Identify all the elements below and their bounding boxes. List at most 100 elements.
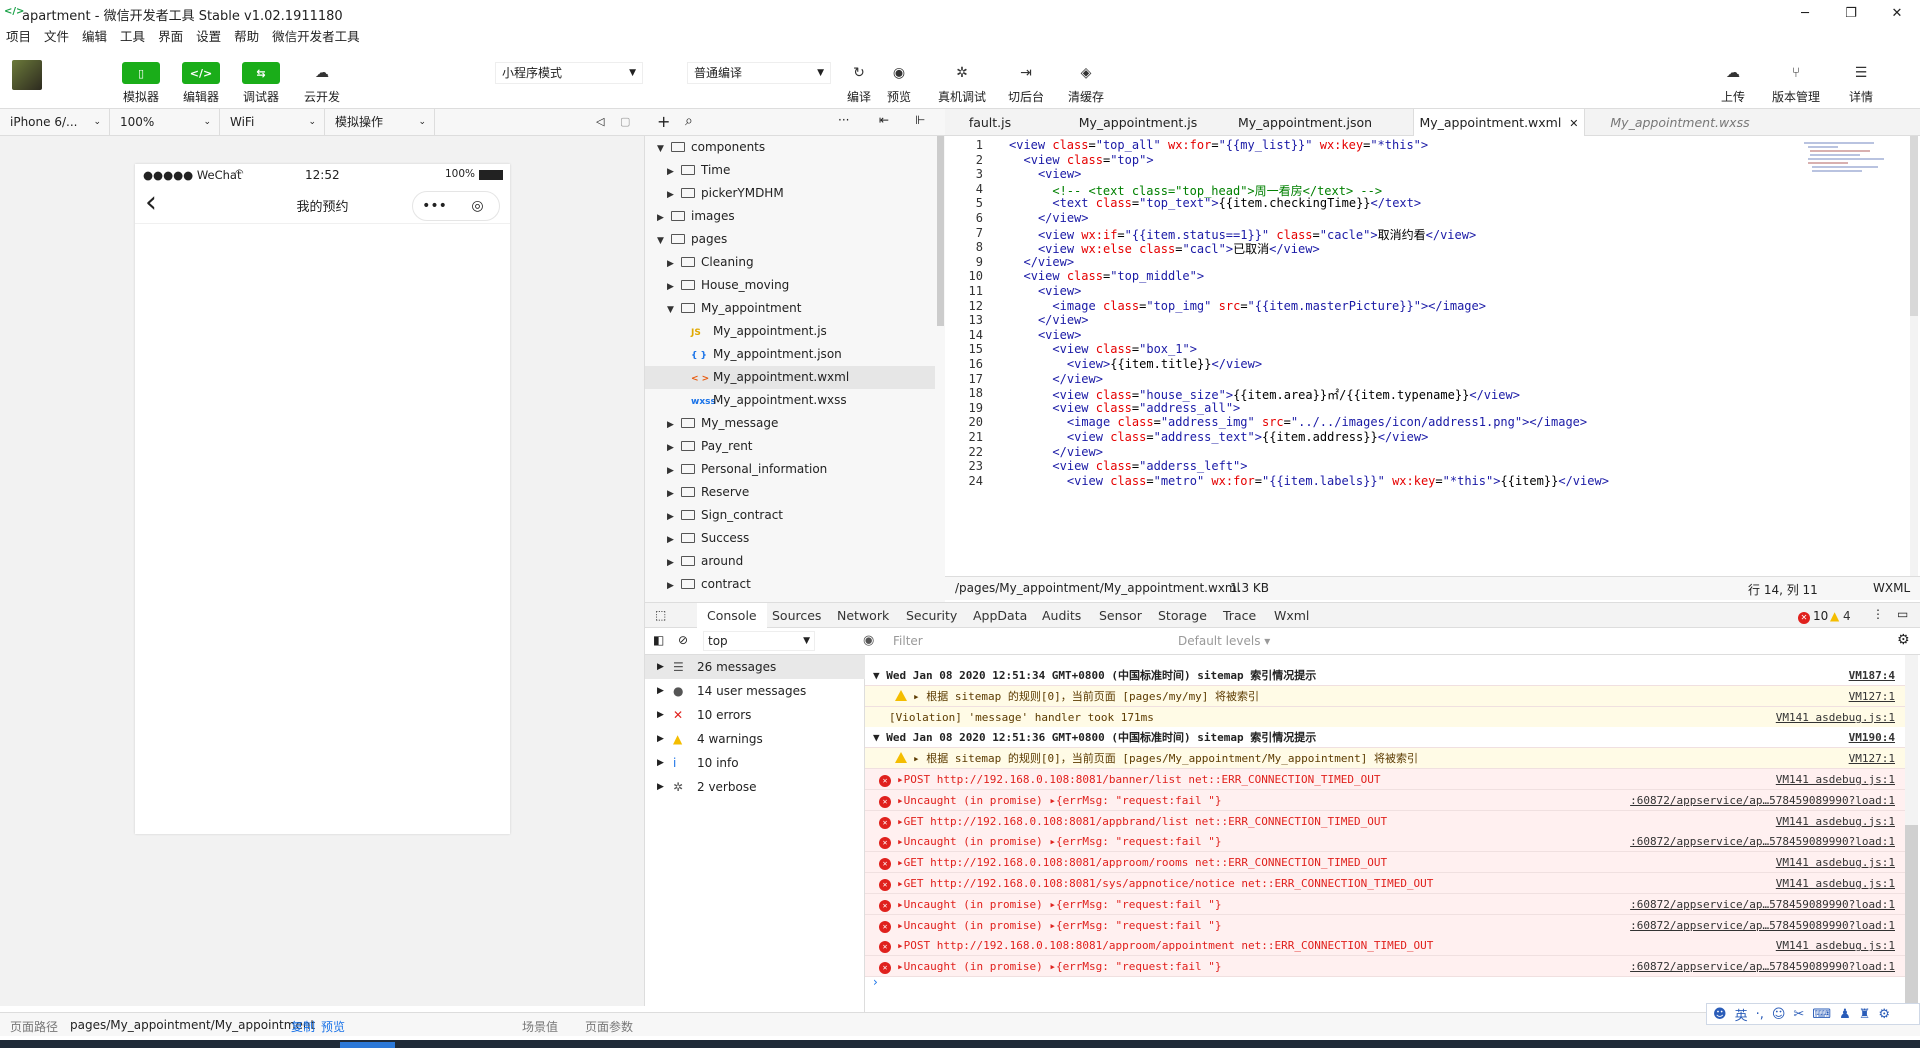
search-icon[interactable]: ⌕: [685, 113, 693, 129]
menu-view[interactable]: 界面: [158, 26, 183, 48]
device-select[interactable]: iPhone 6/... ⌄: [0, 109, 110, 136]
code-line[interactable]: <text class="top_text">{{item.checkingTi…: [1009, 196, 1421, 210]
folder-item[interactable]: ▶ Cleaning: [645, 251, 935, 274]
file-item[interactable]: { } My_appointment.json: [645, 343, 935, 366]
folder-item[interactable]: ▶ Success: [645, 527, 935, 550]
capsule-close-icon[interactable]: ◎: [456, 198, 499, 214]
console-group-row[interactable]: ▼ Wed Jan 08 2020 12:51:36 GMT+0800 (中国标…: [865, 727, 1905, 749]
collapsed-arrow-icon[interactable]: ▶: [667, 437, 681, 460]
file-tree-scrollbar[interactable]: [937, 136, 944, 326]
tab-sensor[interactable]: Sensor: [1089, 603, 1152, 629]
minimap[interactable]: [1804, 140, 1886, 220]
levels-select[interactable]: Default levels ▾: [1178, 634, 1270, 648]
add-icon[interactable]: +: [657, 112, 670, 131]
console-error-row[interactable]: ✕ ▸GET http://192.168.0.108:8081/approom/…: [865, 852, 1905, 874]
folder-item[interactable]: ▶ around: [645, 550, 935, 573]
code-line[interactable]: </view>: [1009, 211, 1089, 225]
source-link[interactable]: VM141 asdebug.js:1: [1776, 852, 1895, 873]
folder-item[interactable]: ▶ Reserve: [645, 481, 935, 504]
expand-arrow-icon[interactable]: ▶: [657, 775, 664, 799]
folder-item[interactable]: ▶ images: [645, 205, 935, 228]
file-item[interactable]: < > My_appointment.wxml: [645, 366, 935, 389]
code-line[interactable]: <view>: [1009, 328, 1081, 342]
menu-edit[interactable]: 编辑: [82, 26, 107, 48]
upload-button[interactable]: ☁: [1718, 62, 1748, 84]
menu-file[interactable]: 文件: [44, 26, 69, 48]
source-link[interactable]: VM127:1: [1849, 686, 1895, 707]
console-error-row[interactable]: ✕ ▸POST http://192.168.0.108:8081/banner/…: [865, 769, 1905, 790]
collapsed-arrow-icon[interactable]: ▶: [667, 575, 681, 598]
console-error-row[interactable]: ✕ ▸Uncaught (in promise) ▸{errMsg: "reque…: [865, 914, 1905, 936]
menu-settings[interactable]: 设置: [196, 26, 221, 48]
console-error-row[interactable]: ✕ ▸GET http://192.168.0.108:8081/appbrand…: [865, 810, 1905, 832]
console-error-row[interactable]: ✕ ▸Uncaught (in promise) ▸{errMsg: "reque…: [865, 789, 1905, 811]
source-link[interactable]: :60872/appservice/ap…578459089990?load:1: [1630, 915, 1895, 936]
folder-item[interactable]: ▼ components: [645, 136, 935, 159]
tab-storage[interactable]: Storage: [1148, 603, 1217, 629]
scene-value[interactable]: 场景值: [522, 1018, 558, 1035]
console-filter-user[interactable]: ▶ ● 14 user messages: [645, 679, 865, 703]
code-line[interactable]: <view class="adderss_left">: [1009, 459, 1247, 473]
live-expression-eye-icon[interactable]: ◉: [863, 633, 874, 648]
code-line[interactable]: <view class="address_text">{{item.addres…: [1009, 430, 1428, 444]
operation-select[interactable]: 模拟操作 ⌄: [325, 109, 435, 136]
folder-item[interactable]: ▶ Personal_information: [645, 458, 935, 481]
file-item[interactable]: wxssMy_appointment.wxss: [645, 389, 935, 412]
collapsed-arrow-icon[interactable]: ▶: [667, 552, 681, 575]
source-link[interactable]: :60872/appservice/ap…578459089990?load:1: [1630, 894, 1895, 915]
tab-wxml[interactable]: Wxml: [1264, 603, 1319, 629]
folder-item[interactable]: ▶ House_moving: [645, 274, 935, 297]
tab-sources[interactable]: Sources: [762, 603, 831, 629]
close-tab-icon[interactable]: ✕: [1569, 117, 1578, 130]
menu-project[interactable]: 项目: [6, 26, 31, 48]
console-error-row[interactable]: ✕ ▸Uncaught (in promise) ▸{errMsg: "reque…: [865, 831, 1905, 853]
code-line[interactable]: <view class="metro" wx:for="{{item.label…: [1009, 474, 1609, 488]
tab-security[interactable]: Security: [896, 603, 967, 629]
code-line[interactable]: <image class="top_img" src="{{item.maste…: [1009, 299, 1486, 313]
console-scrollbar[interactable]: [1905, 655, 1918, 1012]
folder-item[interactable]: ▶ My_message: [645, 412, 935, 435]
collapsed-arrow-icon[interactable]: ▶: [657, 207, 671, 230]
phone-screen[interactable]: ●●●●● WeChat ◠ 12:52 100% ‹ 我的预约 ••• ◎: [135, 164, 510, 834]
expand-arrow-icon[interactable]: ▶: [657, 703, 664, 727]
tab-trace[interactable]: Trace: [1213, 603, 1266, 629]
sidebar-toggle-icon[interactable]: ◧: [653, 633, 664, 647]
code-line[interactable]: <view>: [1009, 284, 1081, 298]
source-link[interactable]: :60872/appservice/ap…578459089990?load:1: [1630, 790, 1895, 811]
debugger-toggle-button[interactable]: ⇆: [242, 62, 280, 84]
code-line[interactable]: <image class="address_img" src="../../im…: [1009, 415, 1587, 429]
console-filter-warning[interactable]: ▶ ▲ 4 warnings: [645, 727, 865, 751]
source-link[interactable]: VM141 asdebug.js:1: [1776, 707, 1895, 728]
expand-arrow-icon[interactable]: ▶: [657, 655, 664, 679]
code-line[interactable]: <view class="top_all" wx:for="{{my_list}…: [1009, 138, 1428, 152]
page-params[interactable]: 页面参数: [585, 1018, 633, 1035]
tab-my-appointment-wxml[interactable]: My_appointment.wxml ✕: [1413, 109, 1585, 136]
folder-item[interactable]: ▶ Time: [645, 159, 935, 182]
clear-cache-button[interactable]: ◈: [1071, 62, 1101, 84]
error-count[interactable]: ✕ 10: [1798, 609, 1828, 624]
expanded-arrow-icon[interactable]: ▼: [667, 299, 681, 322]
expand-arrow-icon[interactable]: ▶: [657, 679, 664, 703]
compile-mode-select[interactable]: 普通编译 ▼: [687, 62, 831, 84]
tab-network[interactable]: Network: [827, 603, 899, 629]
cloud-dev-button[interactable]: ☁: [307, 62, 337, 84]
tab-fault-js[interactable]: fault.js: [945, 109, 1035, 136]
language-mode[interactable]: WXML: [1873, 581, 1910, 595]
folder-item[interactable]: ▼ pages: [645, 228, 935, 251]
more-dots-icon[interactable]: •••: [413, 198, 456, 214]
tab-my-appointment-wxss[interactable]: My_appointment.wxss: [1595, 109, 1765, 136]
collapsed-arrow-icon[interactable]: ▶: [667, 483, 681, 506]
code-line[interactable]: </view>: [1009, 255, 1074, 269]
dock-icon[interactable]: ▭: [1897, 607, 1908, 621]
maximize-button[interactable]: ❐: [1828, 0, 1874, 26]
copy-link[interactable]: 复制: [291, 1018, 315, 1035]
console-error-row[interactable]: ✕ ▸Uncaught (in promise) ▸{errMsg: "reque…: [865, 893, 1905, 915]
code-line[interactable]: <view class="address_all">: [1009, 401, 1240, 415]
mute-icon[interactable]: ◁: [596, 115, 604, 128]
network-select[interactable]: WiFi ⌄: [220, 109, 325, 136]
console-error-row[interactable]: ✕ ▸POST http://192.168.0.108:8081/approom…: [865, 935, 1905, 957]
menu-devtools[interactable]: 微信开发者工具: [272, 26, 360, 48]
preview-link[interactable]: 预览: [321, 1018, 345, 1035]
collapsed-arrow-icon[interactable]: ▶: [667, 184, 681, 207]
folder-item[interactable]: ▶ contract: [645, 573, 935, 596]
